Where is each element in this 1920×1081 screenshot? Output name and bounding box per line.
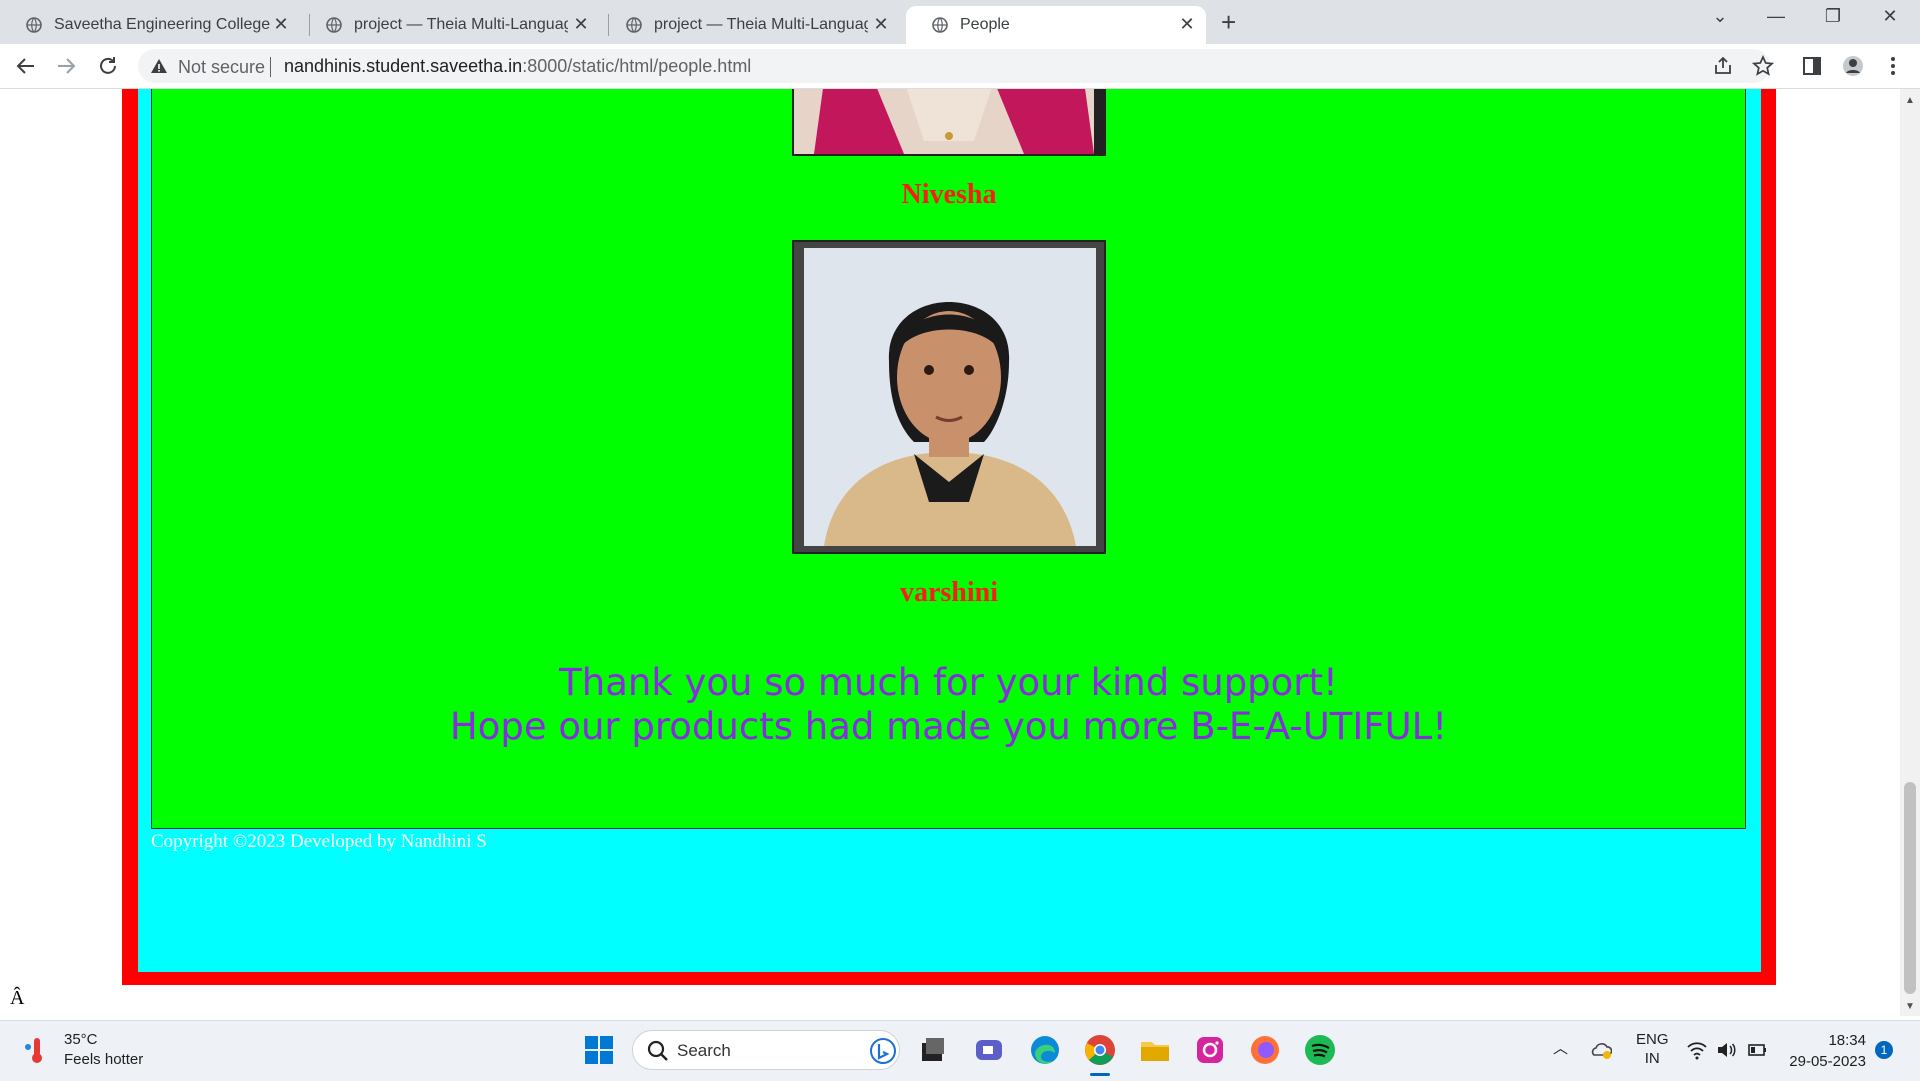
- taskbar-search[interactable]: Search: [632, 1030, 900, 1070]
- close-icon[interactable]: ✕: [572, 15, 590, 33]
- bing-icon[interactable]: [869, 1037, 897, 1065]
- minimize-button[interactable]: —: [1756, 6, 1796, 36]
- tab-saveetha[interactable]: Saveetha Engineering College ✕: [0, 6, 300, 44]
- search-label: Search: [677, 1041, 731, 1060]
- thank-you-line: Thank you so much for your kind support!: [559, 661, 1338, 704]
- volume-icon[interactable]: [1715, 1039, 1737, 1061]
- address-bar[interactable]: Not secure nandhinis.student.saveetha.in…: [138, 49, 1770, 83]
- person-photo: [792, 89, 1106, 156]
- chrome-icon[interactable]: [1083, 1033, 1117, 1067]
- teams-chat-icon[interactable]: [972, 1033, 1006, 1067]
- windows-start-icon[interactable]: [582, 1033, 616, 1067]
- close-icon[interactable]: ✕: [872, 15, 890, 33]
- clock-time: 18:34: [1828, 1032, 1866, 1049]
- person-photo: [792, 240, 1106, 554]
- onedrive-icon[interactable]: [1590, 1039, 1612, 1061]
- url-path: :8000/static/html/people.html: [522, 56, 752, 76]
- portrait-image: [794, 242, 1104, 552]
- forward-icon[interactable]: [54, 54, 78, 78]
- person-name: Nivesha: [901, 179, 997, 210]
- person-name: varshini: [899, 577, 999, 608]
- tab-title: Saveetha Engineering College: [54, 16, 271, 33]
- tab-theia-2[interactable]: project — Theia Multi-Language ✕: [600, 6, 900, 44]
- close-icon[interactable]: ✕: [1178, 15, 1196, 33]
- wifi-icon[interactable]: [1686, 1039, 1708, 1061]
- globe-icon: [326, 17, 342, 33]
- chevron-down-icon[interactable]: ⌄: [1700, 6, 1740, 36]
- globe-icon: [626, 17, 642, 33]
- language-indicator[interactable]: ENG IN: [1636, 1030, 1669, 1068]
- firefox-icon[interactable]: [1248, 1033, 1282, 1067]
- scroll-down-icon[interactable]: ▼: [1905, 1001, 1915, 1012]
- instagram-icon[interactable]: [1193, 1033, 1227, 1067]
- scroll-up-icon[interactable]: ▲: [1905, 95, 1915, 106]
- menu-icon[interactable]: [1882, 55, 1904, 77]
- reload-icon[interactable]: [96, 54, 120, 78]
- globe-icon: [26, 17, 42, 33]
- spotify-icon[interactable]: [1303, 1033, 1337, 1067]
- scrollbar-thumb[interactable]: [1904, 782, 1916, 994]
- tab-theia-1[interactable]: project — Theia Multi-Language ✕: [300, 6, 600, 44]
- tab-title: People: [960, 16, 1010, 33]
- close-icon[interactable]: ✕: [272, 15, 290, 33]
- browser-toolbar: Not secure nandhinis.student.saveetha.in…: [0, 44, 1920, 89]
- page-viewport: Nivesha varshini Thank you so much for y…: [0, 89, 1920, 1016]
- tab-title: project — Theia Multi-Language: [354, 16, 568, 33]
- copyright-footer: Copyright ©2023 Developed by Nandhini S: [151, 831, 487, 852]
- clock-date: 29-05-2023: [1789, 1053, 1866, 1070]
- star-icon[interactable]: [1752, 55, 1774, 77]
- active-app-indicator: [1090, 1073, 1110, 1076]
- warning-icon: [151, 59, 167, 73]
- side-panel-icon[interactable]: [1801, 55, 1823, 77]
- new-tab-button[interactable]: +: [1221, 9, 1236, 35]
- restore-button[interactable]: ❐: [1813, 6, 1853, 36]
- task-view-icon[interactable]: [916, 1033, 950, 1067]
- tab-people[interactable]: People ✕: [906, 6, 1206, 44]
- thank-you-line-2: Hope our products had made you more B-E-…: [449, 705, 1448, 748]
- file-explorer-icon[interactable]: [1138, 1033, 1172, 1067]
- clock[interactable]: 18:34 29-05-2023: [1780, 1030, 1866, 1072]
- thermometer-icon: [25, 1038, 42, 1063]
- back-icon[interactable]: [14, 54, 38, 78]
- battery-icon[interactable]: [1746, 1039, 1768, 1061]
- lang-bottom: IN: [1644, 1050, 1660, 1067]
- globe-icon: [932, 17, 948, 33]
- weather-temp: 35°C: [64, 1031, 98, 1048]
- scrollbar[interactable]: ▲ ▼: [1900, 89, 1920, 1016]
- divider: [270, 57, 271, 77]
- stray-character: Â: [10, 987, 25, 1009]
- edge-icon[interactable]: [1028, 1033, 1062, 1067]
- weather-desc: Feels hotter: [64, 1051, 144, 1068]
- tab-title: project — Theia Multi-Language: [654, 16, 868, 33]
- search-icon: [647, 1040, 668, 1061]
- close-window-button[interactable]: ✕: [1870, 6, 1910, 36]
- chevron-up-icon[interactable]: ︿: [1553, 1037, 1568, 1058]
- lang-top: ENG: [1636, 1031, 1669, 1048]
- url-text: nandhinis.student.saveetha.in:8000/stati…: [284, 56, 751, 77]
- share-icon[interactable]: [1712, 55, 1734, 77]
- taskbar: 35°C Feels hotter Search ︿ ENG IN 18:34 29…: [0, 1020, 1920, 1081]
- url-host: nandhinis.student.saveetha.in: [284, 56, 523, 76]
- security-label: Not secure: [178, 57, 266, 77]
- notification-badge[interactable]: 1: [1875, 1041, 1893, 1059]
- profile-icon[interactable]: [1842, 55, 1864, 77]
- portrait-image: [794, 89, 1104, 154]
- tab-strip: Saveetha Engineering College ✕ project —…: [0, 0, 1920, 44]
